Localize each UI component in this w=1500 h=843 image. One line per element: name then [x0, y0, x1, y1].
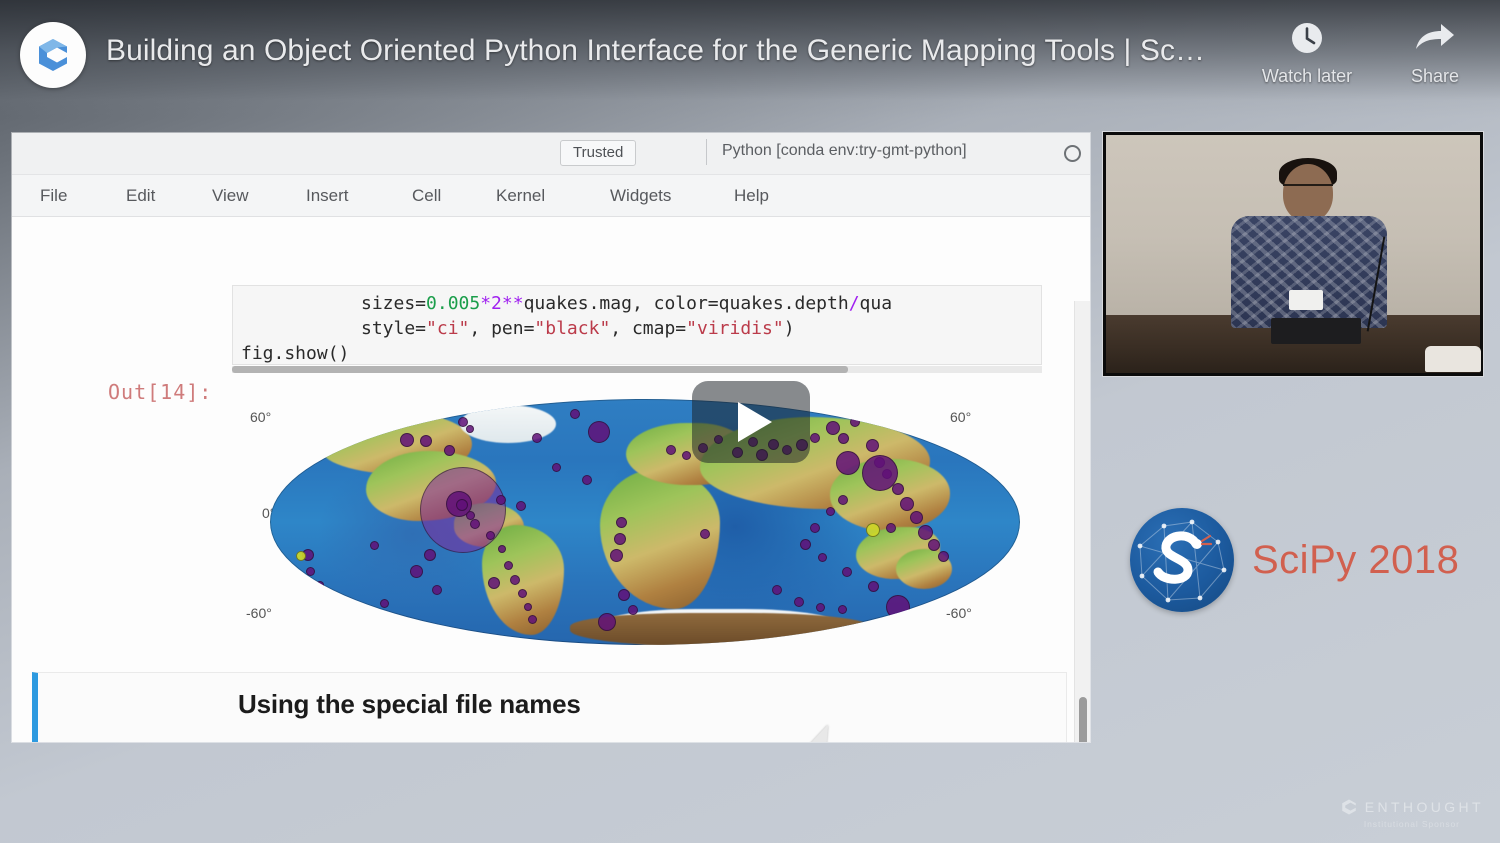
speaker-head — [1283, 164, 1333, 222]
header-divider — [706, 139, 707, 165]
scipy-year-label: SciPy 2018 — [1252, 537, 1460, 582]
code-line-2-c: , cmap= — [610, 318, 687, 339]
enthought-sponsor-label: Institutional Sponsor — [1363, 819, 1460, 829]
enthought-name-label: ENTHOUGHT — [1364, 799, 1484, 815]
code-line-1-number: 0.005 — [426, 293, 481, 314]
menu-item-insert[interactable]: Insert — [306, 186, 349, 206]
axis-label-left-60s: -60° — [246, 605, 272, 621]
code-line-2-b: , pen= — [469, 318, 535, 339]
watch-later-button[interactable]: Watch later — [1243, 18, 1371, 87]
menu-item-file[interactable]: File — [40, 186, 67, 206]
speaker-conference-badge — [1289, 290, 1323, 310]
code-line-1-a: sizes= — [361, 293, 427, 314]
code-line-1-b: quakes.mag, color=quakes.depth — [523, 293, 849, 314]
water-cup — [1425, 346, 1481, 372]
speaker-patterned-shirt — [1231, 216, 1387, 328]
play-triangle-icon — [737, 402, 772, 442]
play-button[interactable] — [692, 381, 810, 463]
laptop-with-stickers — [1271, 318, 1361, 344]
menu-item-cell[interactable]: Cell — [412, 186, 441, 206]
speaker-glasses — [1283, 184, 1333, 193]
enthought-e-logo-icon — [1341, 799, 1356, 815]
axis-label-left-60n: 60° — [250, 409, 272, 425]
code-line-2-string-3: "viridis" — [686, 318, 784, 339]
menu-item-edit[interactable]: Edit — [126, 186, 155, 206]
code-line-3: fig.show() — [241, 343, 350, 364]
enthought-sponsor-watermark: ENTHOUGHT Institutional Sponsor — [1340, 798, 1484, 829]
code-line-2-string-2: "black" — [534, 318, 611, 339]
share-button[interactable]: Share — [1392, 18, 1478, 87]
output-prompt-label: Out[14]: — [108, 380, 213, 404]
player-top-bar: Building an Object Oriented Python Inter… — [0, 0, 1500, 118]
trusted-badge[interactable]: Trusted — [560, 140, 637, 166]
clock-icon — [1292, 23, 1322, 53]
notebook-menubar: File Edit View Insert Cell Kernel Widget… — [12, 175, 1090, 217]
menu-item-widgets[interactable]: Widgets — [610, 186, 671, 206]
code-line-1-slash: / — [848, 293, 860, 314]
speaker-video-thumbnail — [1102, 131, 1484, 377]
scipy-snake-globe-icon — [1130, 508, 1234, 612]
markdown-cell-selected[interactable]: Using the special file names The Earth r… — [32, 672, 1067, 742]
enthought-e-logo-icon[interactable] — [20, 22, 86, 88]
markdown-paragraph: The Earth relief data can be accessed us… — [238, 740, 1038, 742]
video-title: Building an Object Oriented Python Inter… — [106, 34, 1206, 67]
axis-label-right-60n: 60° — [950, 409, 972, 425]
scipy-2018-logo: SciPy 2018 — [1130, 508, 1459, 612]
axis-label-right-60s: -60° — [946, 605, 972, 621]
watch-later-label: Watch later — [1261, 66, 1353, 86]
video-player-stage: Building an Object Oriented Python Inter… — [0, 0, 1500, 843]
notebook-vertical-scrollbar[interactable] — [1074, 301, 1090, 742]
menu-item-view[interactable]: View — [212, 186, 249, 206]
jupyter-notebook-window: Trusted Python [conda env:try-gmt-python… — [12, 133, 1090, 742]
code-line-2-d: ) — [783, 318, 795, 339]
code-cell-horizontal-scrollbar[interactable] — [232, 366, 1042, 373]
menu-item-kernel[interactable]: Kernel — [496, 186, 545, 206]
share-label: Share — [1410, 66, 1460, 86]
notebook-body: sizes=0.005*2**quakes.mag, color=quakes.… — [12, 217, 1090, 742]
markdown-heading: Using the special file names — [238, 689, 581, 719]
notebook-header: Trusted Python [conda env:try-gmt-python… — [12, 133, 1090, 175]
kernel-idle-circle-icon — [1064, 145, 1081, 162]
code-line-1-c: qua — [859, 293, 893, 314]
code-line-1-operator: *2** — [480, 293, 524, 314]
share-arrow-icon — [1416, 24, 1454, 49]
scrollbar-thumb[interactable] — [1079, 697, 1087, 742]
global-relief-map — [270, 399, 1020, 645]
menu-item-help[interactable]: Help — [734, 186, 769, 206]
kernel-name-label[interactable]: Python [conda env:try-gmt-python] — [722, 142, 967, 160]
code-line-2-a: style= — [361, 318, 427, 339]
code-line-2-string-1: "ci" — [426, 318, 470, 339]
code-cell-input[interactable]: sizes=0.005*2**quakes.mag, color=quakes.… — [232, 285, 1042, 365]
map-figure-output: 60° 0° -60° 60° 0° -60° — [202, 387, 1022, 742]
